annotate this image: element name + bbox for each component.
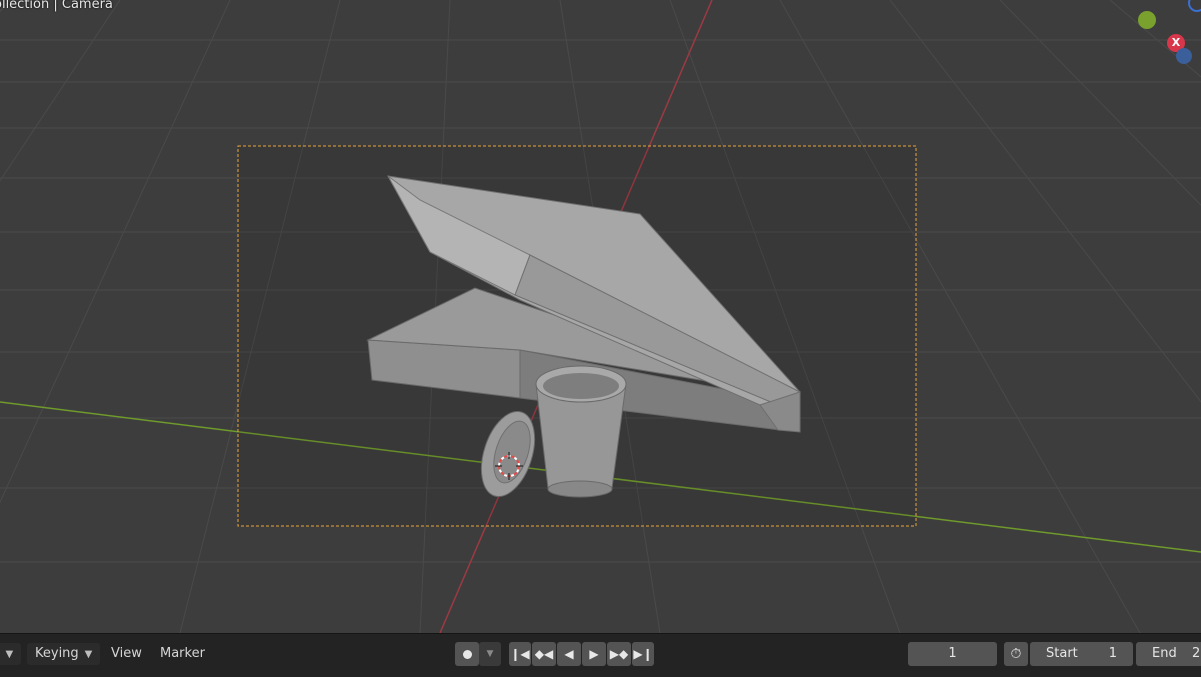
- jump-to-prev-keyframe-button[interactable]: ◆◀: [532, 642, 556, 666]
- chevron-down-icon: ▼: [5, 649, 14, 660]
- jump-to-next-keyframe-button[interactable]: ▶◆: [607, 642, 631, 666]
- play-reverse-icon: ◀: [564, 647, 574, 661]
- keying-dropdown[interactable]: Keying ▼: [27, 643, 101, 665]
- prev-keyframe-icon: ◆◀: [534, 647, 554, 661]
- play-icon: ▶: [589, 647, 599, 661]
- chevron-down-icon: ▼: [486, 649, 494, 659]
- preview-range-toggle[interactable]: ⏱: [1004, 642, 1028, 666]
- stopwatch-icon: ⏱: [1010, 646, 1022, 662]
- marker-menu[interactable]: Marker: [160, 643, 205, 665]
- jump-to-end-button[interactable]: ▶❙: [632, 642, 654, 666]
- start-frame-value: 1: [1108, 646, 1117, 661]
- jump-end-icon: ▶❙: [633, 647, 653, 661]
- jump-start-icon: ❙◀: [510, 647, 530, 661]
- end-frame-field[interactable]: End 2: [1136, 642, 1201, 666]
- chevron-down-icon: ▼: [84, 649, 93, 660]
- viewport-scene: [0, 0, 1201, 633]
- current-frame-field[interactable]: 1: [908, 642, 997, 666]
- viewport-title: ollection | Camera: [0, 0, 113, 12]
- record-icon: [462, 649, 472, 659]
- start-frame-label: Start: [1046, 646, 1078, 661]
- coffee-cup: [535, 365, 627, 498]
- end-frame-value: 2: [1192, 646, 1201, 661]
- 3d-viewport[interactable]: ollection | Camera X: [0, 0, 1201, 633]
- play-reverse-button[interactable]: ◀: [557, 642, 581, 666]
- play-button[interactable]: ▶: [582, 642, 606, 666]
- next-keyframe-icon: ▶◆: [609, 647, 629, 661]
- playback-dropdown[interactable]: k▼: [0, 643, 22, 665]
- end-frame-label: End: [1152, 646, 1177, 661]
- jump-to-start-button[interactable]: ❙◀: [509, 642, 531, 666]
- start-frame-field[interactable]: Start 1: [1030, 642, 1133, 666]
- keying-dropdown-label: Keying: [35, 646, 79, 661]
- y-axis-ball-icon[interactable]: [1138, 11, 1156, 29]
- keying-set-dropdown[interactable]: ▼: [479, 642, 501, 666]
- auto-keying-button[interactable]: [455, 642, 479, 666]
- timeline-header: k▼ Keying ▼ View Marker ▼ ❙◀ ◆◀ ◀ ▶ ▶◆ ▶❙…: [0, 633, 1201, 677]
- z-axis-ball-icon[interactable]: [1176, 48, 1192, 64]
- view-menu[interactable]: View: [111, 643, 142, 665]
